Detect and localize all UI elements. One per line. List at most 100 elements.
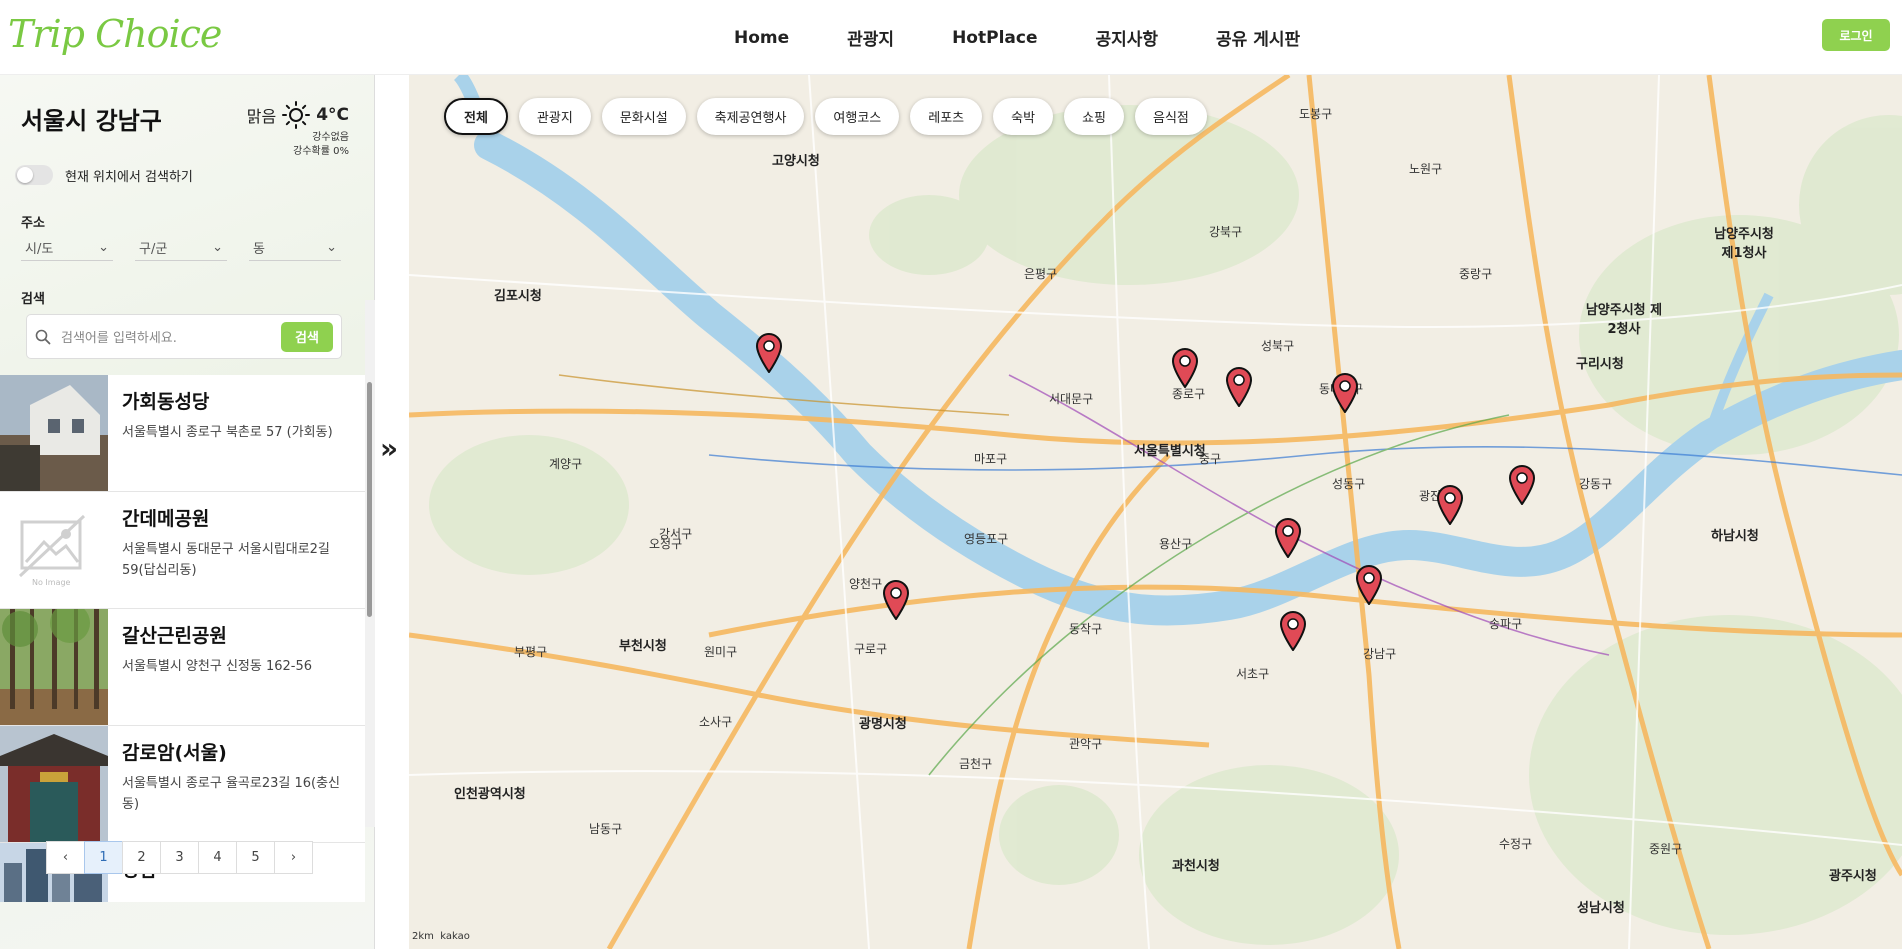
search-button[interactable]: 검색 [281,321,333,352]
location-pin-icon[interactable] [1436,485,1464,525]
weather-temp: 4°C [316,105,349,125]
map-label: 중원구 [1649,842,1683,856]
page-5[interactable]: 5 [236,841,275,874]
page-1[interactable]: 1 [84,841,123,874]
map-canvas [409,75,1902,949]
nav-attractions[interactable]: 관광지 [818,25,923,50]
search-icon [35,329,51,344]
location-pin-icon[interactable] [1225,367,1253,407]
sido-select[interactable]: 시/도 ⌄ [21,235,113,261]
map-label: 남동구 [589,822,623,836]
item-address: 서울특별시 동대문구 서울시립대로2길 59(답십리동) [122,542,330,578]
map-attribution-text: kakao [440,931,470,942]
chip-lodging[interactable]: 숙박 [993,98,1054,135]
weather-precip-prob: 강수확률 0% [293,146,349,157]
map-label: 과천시청 [1172,859,1220,874]
login-button[interactable]: 로그인 [1822,19,1890,51]
nav-home[interactable]: Home [705,28,818,48]
page-2[interactable]: 2 [122,841,161,874]
map-label: 구로구 [854,642,888,656]
location-pin-icon[interactable] [882,580,910,620]
item-address: 서울특별시 종로구 북촌로 57 (가회동) [122,425,333,440]
map-label: 광명시청 [859,717,907,732]
nav-hotplace[interactable]: HotPlace [923,28,1066,48]
search-box: 검색어를 입력하세요. 검색 [26,314,342,359]
main-nav: Home 관광지 HotPlace 공지사항 공유 게시판 [705,0,1329,75]
map-label: 양천구 [849,577,883,591]
no-image-text: No Image [32,578,71,587]
map-label: 남양주시청 제2청사 [1585,303,1663,337]
item-title: 갈산근린공원 [122,625,227,647]
location-pin-icon[interactable] [1279,611,1307,651]
dong-select-value: 동 [253,242,265,257]
weather-precip: 강수없음 [312,132,349,143]
map-label: 하남시청 [1711,529,1759,544]
nav-board[interactable]: 공유 게시판 [1187,25,1329,50]
map-label: 마포구 [974,452,1008,466]
search-input[interactable]: 검색어를 입력하세요. [61,327,281,346]
location-pin-icon[interactable] [1274,518,1302,558]
pagination: ‹ 1 2 3 4 5 › [46,841,313,874]
location-pin-icon[interactable] [1508,465,1536,505]
location-pin-icon[interactable] [1171,348,1199,388]
item-thumbnail [0,726,108,842]
chip-culture[interactable]: 문화시설 [601,98,686,135]
chip-all[interactable]: 전체 [444,98,508,135]
item-address: 서울특별시 양천구 신정동 162-56 [122,659,313,674]
map-label: 금천구 [959,757,993,771]
map-label: 계양구 [549,457,583,471]
prev-page-button[interactable]: ‹ [46,841,85,874]
site-logo[interactable]: Trip Choice [8,12,222,56]
item-thumbnail [0,609,108,725]
map-label: 강남구 [1363,647,1397,661]
gugun-select[interactable]: 구/군 ⌄ [135,235,227,261]
chip-restaurant[interactable]: 음식점 [1135,98,1207,135]
chip-course[interactable]: 여행코스 [815,98,900,135]
map-label: 부평구 [514,645,548,659]
map-view[interactable]: 고양시청 김포시청 서울특별시청 부천시청 광명시청 구리시청 남양주시청 제2… [409,75,1902,949]
map-attribution: 2km kakao [412,931,470,942]
current-location-toggle[interactable] [15,165,53,185]
map-label: 중랑구 [1459,267,1493,281]
list-item[interactable]: 감로암(서울) 서울특별시 종로구 율곡로23길 16(충신동) [0,726,365,843]
no-image-icon [18,514,86,578]
chip-attractions[interactable]: 관광지 [518,98,591,135]
chip-shopping[interactable]: 쇼핑 [1064,98,1124,135]
expand-sidebar-icon[interactable]: » [380,432,398,465]
map-label: 동작구 [1069,622,1103,636]
map-label: 서울특별시청 [1134,444,1206,459]
chevron-down-icon: ⌄ [326,240,337,255]
map-label: 관악구 [1069,737,1103,751]
item-address: 서울특별시 종로구 율곡로23길 16(충신동) [122,776,340,812]
location-pin-icon[interactable] [1355,565,1383,605]
next-page-button[interactable]: › [274,841,313,874]
map-label: 광주시청 [1829,869,1877,884]
item-title: 가회동성당 [122,391,210,413]
chip-festival[interactable]: 축제공연행사 [696,98,805,135]
address-label: 주소 [21,216,45,231]
nav-notice[interactable]: 공지사항 [1066,25,1187,50]
list-item[interactable]: 갈산근린공원 서울특별시 양천구 신정동 162-56 [0,609,365,726]
gugun-select-value: 구/군 [139,242,168,257]
region-title: 서울시 강남구 [21,107,162,135]
chip-leports[interactable]: 레포츠 [910,98,983,135]
list-item[interactable]: No Image 간데메공원 서울특별시 동대문구 서울시립대로2길 59(답십… [0,492,365,609]
sun-icon [282,101,311,129]
map-label: 노원구 [1409,162,1443,176]
list-scrollbar[interactable] [365,300,375,827]
map-label: 수정구 [1499,837,1533,851]
page-4[interactable]: 4 [198,841,237,874]
item-title: 간데메공원 [122,508,210,530]
item-thumbnail [0,375,108,491]
map-label: 강북구 [1209,225,1243,239]
attraction-list: 가회동성당 서울특별시 종로구 북촌로 57 (가회동) No Image 간데… [0,375,365,902]
dong-select[interactable]: 동 ⌄ [249,235,341,261]
page-3[interactable]: 3 [160,841,199,874]
search-label: 검색 [21,292,45,307]
location-pin-icon[interactable] [1331,373,1359,413]
map-label: 원미구 [704,645,738,659]
list-item[interactable]: 가회동성당 서울특별시 종로구 북촌로 57 (가회동) [0,375,365,492]
map-label: 고양시청 [772,154,820,169]
location-pin-icon[interactable] [755,333,783,373]
map-label: 김포시청 [494,289,542,304]
